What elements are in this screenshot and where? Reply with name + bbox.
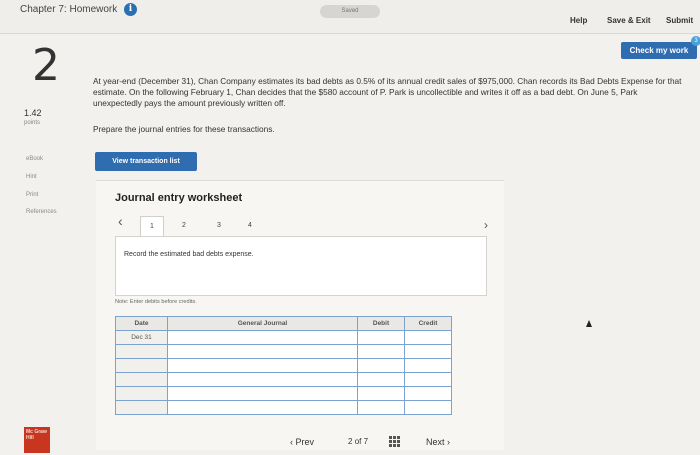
credit-cell[interactable] — [404, 330, 452, 345]
chevron-left-icon[interactable]: ‹ — [118, 213, 123, 229]
table-row — [115, 358, 452, 373]
prev-label: Prev — [295, 437, 315, 447]
save-exit-link[interactable]: Save & Exit — [607, 16, 651, 25]
journal-entry-table: Date General Journal Debit Credit Dec 31 — [115, 316, 452, 415]
debit-cell[interactable] — [357, 344, 405, 359]
points-label: points — [24, 120, 41, 126]
table-row: Dec 31 — [115, 330, 452, 345]
debit-cell[interactable] — [357, 400, 405, 415]
debit-cell[interactable] — [357, 386, 405, 401]
page-of: of — [354, 437, 362, 446]
step-tab-3[interactable]: 3 — [207, 216, 231, 236]
date-cell[interactable] — [115, 344, 168, 359]
check-my-work-button[interactable]: Check my work — [621, 42, 697, 59]
date-cell[interactable]: Dec 31 — [115, 330, 168, 345]
column-header-date: Date — [115, 316, 168, 331]
sidebar-link-ebook[interactable]: eBook — [26, 156, 43, 162]
page-current: 2 — [348, 437, 353, 446]
credit-cell[interactable] — [404, 400, 452, 415]
question-grid-icon[interactable] — [389, 436, 400, 447]
sidebar-link-references[interactable]: References — [26, 209, 57, 215]
mouse-cursor-icon — [586, 320, 592, 327]
question-text: At year-end (December 31), Chan Company … — [93, 76, 682, 108]
help-link[interactable]: Help — [570, 16, 587, 25]
account-cell[interactable] — [167, 372, 358, 387]
points-value: 1.42 — [24, 108, 42, 118]
account-cell[interactable] — [167, 400, 358, 415]
prev-button[interactable]: ‹ Prev — [290, 437, 314, 447]
submit-link[interactable]: Submit — [666, 16, 693, 25]
saved-status: Saved — [320, 5, 380, 18]
next-label: Next — [426, 437, 445, 447]
column-header-general-journal: General Journal — [167, 316, 358, 331]
sidebar-link-print[interactable]: Print — [26, 192, 38, 198]
step-tab-2[interactable]: 2 — [172, 216, 196, 236]
info-icon[interactable]: i — [124, 3, 137, 16]
date-cell[interactable] — [115, 386, 168, 401]
chevron-right-icon[interactable]: › — [484, 218, 488, 232]
column-header-debit: Debit — [357, 316, 405, 331]
account-cell[interactable] — [167, 344, 358, 359]
step-tab-4[interactable]: 4 — [238, 216, 262, 236]
question-instruction: Prepare the journal entries for these tr… — [93, 124, 275, 134]
column-header-credit: Credit — [404, 316, 452, 331]
debit-credit-note: Note: Enter debits before credits. — [115, 299, 197, 305]
check-work-badge: 3 — [691, 36, 700, 46]
credit-cell[interactable] — [404, 386, 452, 401]
debit-cell[interactable] — [357, 330, 405, 345]
date-cell[interactable] — [115, 372, 168, 387]
worksheet-title: Journal entry worksheet — [115, 192, 243, 204]
next-button[interactable]: Next › — [426, 437, 450, 447]
account-cell[interactable] — [167, 330, 358, 345]
date-cell[interactable] — [115, 358, 168, 373]
table-row — [115, 386, 452, 401]
table-row — [115, 344, 452, 359]
step-tab-1[interactable]: 1 — [140, 216, 164, 236]
credit-cell[interactable] — [404, 344, 452, 359]
mcgraw-hill-logo: Mc Graw Hill — [24, 427, 50, 453]
credit-cell[interactable] — [404, 358, 452, 373]
view-transaction-list-button[interactable]: View transaction list — [95, 152, 197, 171]
date-cell[interactable] — [115, 400, 168, 415]
debit-cell[interactable] — [357, 358, 405, 373]
sidebar-link-hint[interactable]: Hint — [26, 174, 37, 180]
record-instruction-text: Record the estimated bad debts expense. — [124, 251, 254, 258]
page-indicator: 2 of 7 — [348, 437, 368, 446]
chapter-title: Chapter 7: Homework — [20, 4, 118, 15]
page-total: 7 — [363, 437, 369, 446]
debit-cell[interactable] — [357, 372, 405, 387]
table-row — [115, 372, 452, 387]
record-instruction-box: Record the estimated bad debts expense. — [115, 236, 487, 296]
account-cell[interactable] — [167, 358, 358, 373]
question-number: 2 — [32, 40, 60, 91]
table-row — [115, 400, 452, 415]
credit-cell[interactable] — [404, 372, 452, 387]
account-cell[interactable] — [167, 386, 358, 401]
